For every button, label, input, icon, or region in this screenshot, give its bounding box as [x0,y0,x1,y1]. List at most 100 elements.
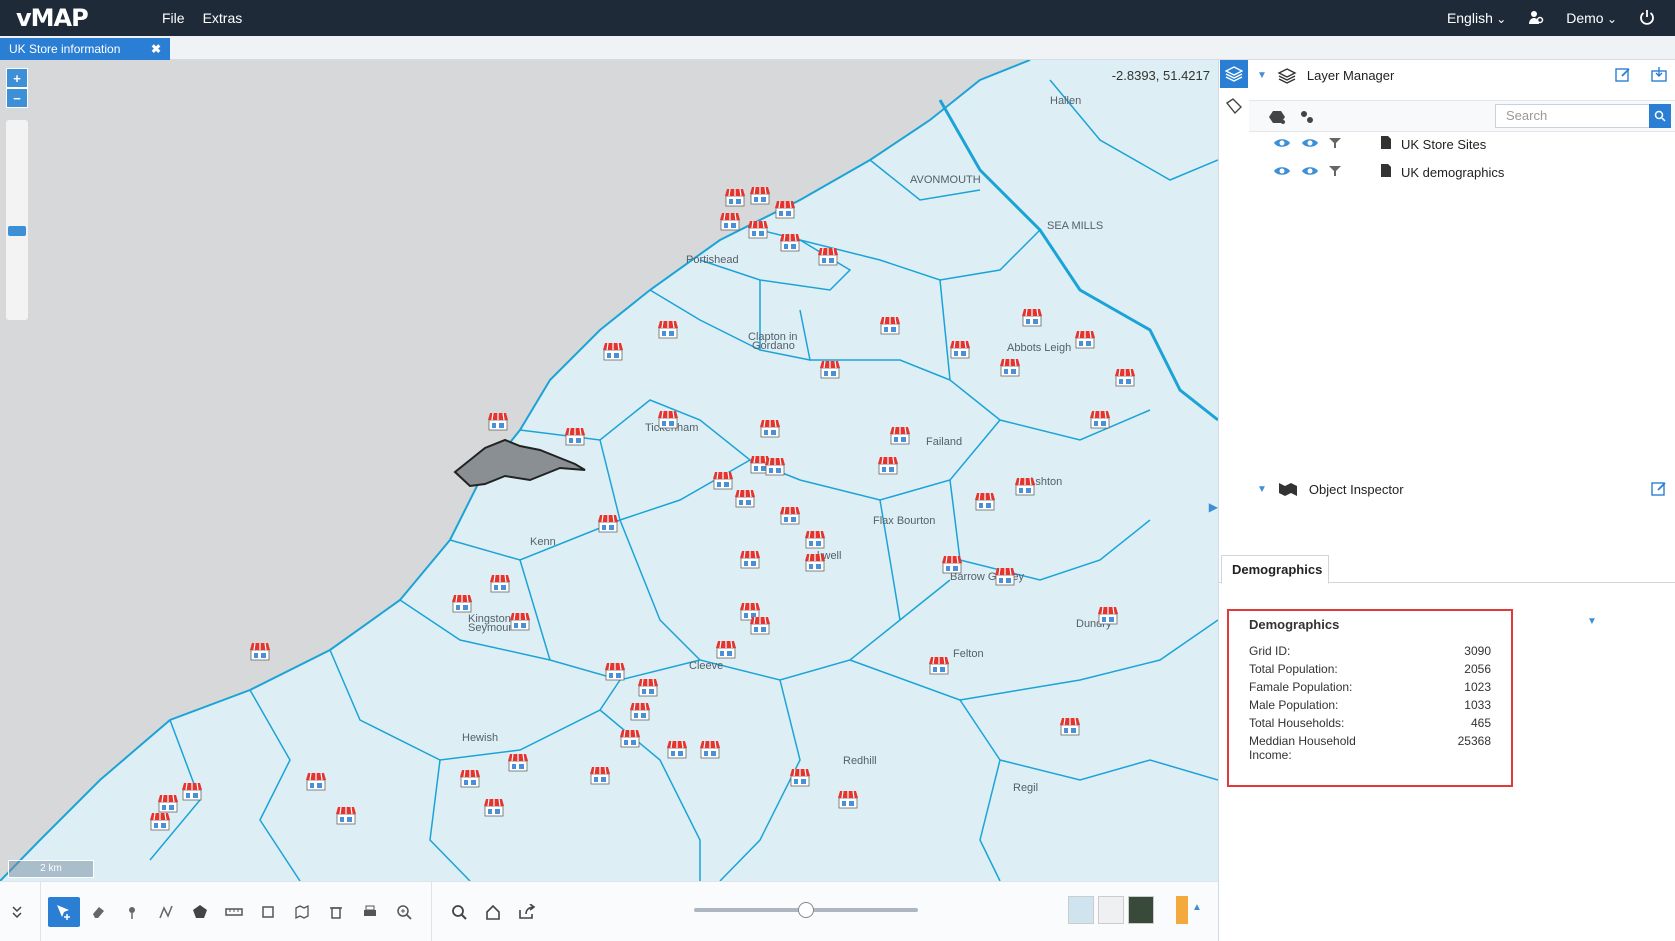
store-icon[interactable] [1060,717,1080,736]
store-icon[interactable] [510,612,530,631]
copy-icon[interactable] [252,897,284,927]
store-icon[interactable] [713,471,733,490]
user-settings-icon[interactable] [1528,9,1544,28]
label-visibility-eye-icon[interactable] [1301,165,1319,180]
store-icon[interactable] [590,766,610,785]
store-icon[interactable] [890,426,910,445]
basemap-streets-thumbnail[interactable] [1068,896,1094,924]
store-icon[interactable] [1022,308,1042,327]
menu-file[interactable]: File [162,10,185,26]
search-icon[interactable] [1649,104,1671,128]
store-icon[interactable] [182,782,202,801]
zoom-in-button[interactable]: + [6,68,28,88]
store-icon[interactable] [460,769,480,788]
store-icon[interactable] [667,740,687,759]
store-icon[interactable] [740,550,760,569]
search-map-icon[interactable] [443,897,475,927]
store-icon[interactable] [820,360,840,379]
store-icon[interactable] [818,247,838,266]
store-icon[interactable] [306,772,326,791]
store-icon[interactable] [790,768,810,787]
draw-polygon-icon[interactable] [184,897,216,927]
store-icon[interactable] [1075,330,1095,349]
draw-line-icon[interactable] [150,897,182,927]
store-icon[interactable] [995,567,1015,586]
store-icon[interactable] [630,702,650,721]
add-point-layer-icon[interactable] [1299,109,1315,128]
layer-row-uk-demographics[interactable]: UK demographics [1273,164,1504,180]
store-icon[interactable] [250,642,270,661]
store-icon[interactable] [765,457,785,476]
store-icon[interactable] [490,574,510,593]
import-icon[interactable] [1651,66,1667,85]
edit-icon[interactable] [1651,480,1667,499]
store-icon[interactable] [1115,368,1135,387]
store-icon[interactable] [780,506,800,525]
store-icon[interactable] [775,200,795,219]
visibility-eye-icon[interactable] [1273,137,1291,152]
zoom-out-button[interactable]: − [6,88,28,108]
zoom-to-icon[interactable] [388,897,420,927]
store-icon[interactable] [658,320,678,339]
map-canvas[interactable]: PortisheadClapton inGordanoAbbots LeighT… [0,60,1218,881]
print-icon[interactable] [354,897,386,927]
expand-basemaps-icon[interactable]: ▲ [1192,902,1202,913]
delete-icon[interactable] [320,897,352,927]
store-icon[interactable] [1015,477,1035,496]
tab-uk-store-information[interactable]: UK Store information ✖ [0,38,170,60]
label-visibility-eye-icon[interactable] [1301,137,1319,152]
layer-color-swatch[interactable] [1176,896,1188,924]
store-icon[interactable] [805,553,825,572]
collapse-toolbar-icon[interactable] [1,897,33,927]
add-layer-icon[interactable] [1267,109,1287,128]
store-icon[interactable] [725,188,745,207]
menu-extras[interactable]: Extras [203,10,243,26]
store-icon[interactable] [748,220,768,239]
language-select[interactable]: English [1447,10,1506,26]
store-icon[interactable] [1000,358,1020,377]
draw-point-icon[interactable] [116,897,148,927]
map-edit-icon[interactable] [286,897,318,927]
store-icon[interactable] [878,456,898,475]
opacity-slider[interactable] [694,902,918,918]
store-icon[interactable] [158,794,178,813]
style-icon[interactable] [1220,92,1248,120]
store-icon[interactable] [508,753,528,772]
store-icon[interactable] [805,530,825,549]
store-icon[interactable] [150,812,170,831]
zoom-slider[interactable] [6,120,28,320]
store-icon[interactable] [929,656,949,675]
share-icon[interactable] [511,897,543,927]
power-icon[interactable] [1639,9,1655,28]
close-tab-icon[interactable]: ✖ [151,42,161,56]
opacity-slider-thumb[interactable] [798,902,814,918]
store-icon[interactable] [605,662,625,681]
store-icon[interactable] [735,489,755,508]
store-icon[interactable] [638,678,658,697]
home-icon[interactable] [477,897,509,927]
store-icon[interactable] [838,790,858,809]
user-menu[interactable]: Demo [1566,10,1617,26]
layer-row-uk-store-sites[interactable]: UK Store Sites [1273,136,1486,152]
store-icon[interactable] [700,740,720,759]
measure-icon[interactable] [218,897,250,927]
store-icon[interactable] [484,798,504,817]
store-icon[interactable] [452,594,472,613]
layers-icon[interactable] [1220,60,1248,88]
store-icon[interactable] [950,340,970,359]
expand-caret-icon[interactable]: ▼ [1587,616,1597,627]
zoom-slider-thumb[interactable] [8,226,26,236]
store-icon[interactable] [720,212,740,231]
visibility-eye-icon[interactable] [1273,165,1291,180]
store-icon[interactable] [336,806,356,825]
edit-icon[interactable] [1615,66,1631,85]
store-icon[interactable] [603,342,623,361]
store-icon[interactable] [750,186,770,205]
store-icon[interactable] [880,316,900,335]
store-icon[interactable] [658,410,678,429]
store-icon[interactable] [942,555,962,574]
store-icon[interactable] [780,233,800,252]
store-icon[interactable] [760,419,780,438]
erase-tool-icon[interactable] [82,897,114,927]
collapse-caret-icon[interactable]: ▼ [1257,70,1267,81]
